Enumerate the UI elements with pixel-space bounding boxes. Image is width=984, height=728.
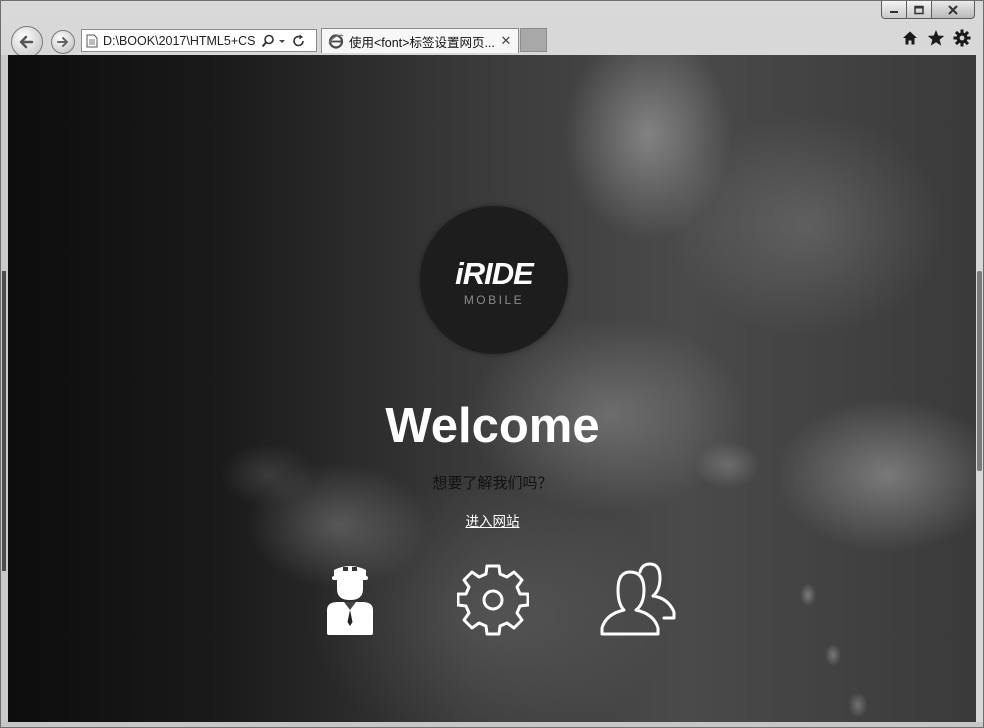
iride-logo[interactable]: iRIDE MOBILE [420, 206, 568, 354]
new-tab-button[interactable] [520, 28, 547, 52]
vertical-scrollbar[interactable] [976, 55, 983, 722]
dropdown-arrow-icon[interactable] [275, 34, 289, 48]
enter-site-link[interactable]: 进入网站 [466, 514, 520, 530]
maximize-button[interactable] [906, 1, 932, 19]
users-icon[interactable] [598, 562, 680, 636]
tab-title: 使用<font>标签设置网页... [349, 35, 495, 50]
address-bar[interactable]: D:\BOOK\2017\HTML5+CS [81, 29, 317, 52]
search-icon[interactable] [261, 34, 275, 48]
refresh-icon[interactable] [292, 34, 306, 48]
ie-icon [328, 33, 344, 49]
caption-buttons [881, 1, 975, 19]
close-icon [948, 4, 958, 15]
minimize-button[interactable] [881, 1, 907, 19]
browser-window: D:\BOOK\2017\HTML5+CS 使用<font>标签设置网页... … [0, 0, 984, 728]
feature-icons [8, 562, 977, 637]
page-icon [85, 34, 99, 48]
scrollbar-thumb[interactable] [977, 271, 982, 471]
settings-icon[interactable] [457, 562, 529, 636]
forward-button[interactable] [51, 30, 75, 54]
browser-tools [901, 29, 971, 47]
logo-main-text: iRIDE [455, 256, 534, 291]
arrow-left-icon [19, 35, 34, 49]
back-button[interactable] [11, 26, 43, 58]
logo-sub-text: MOBILE [463, 293, 525, 307]
tab-active[interactable]: 使用<font>标签设置网页... ✕ [321, 28, 519, 53]
enter-site-wrapper: 进入网站 [8, 510, 977, 530]
welcome-heading: Welcome [385, 399, 600, 453]
browser-toolbar: D:\BOOK\2017\HTML5+CS 使用<font>标签设置网页... … [1, 23, 984, 58]
minimize-icon [890, 10, 898, 13]
tab-close-button[interactable]: ✕ [499, 34, 513, 49]
left-edge [1, 55, 8, 722]
home-icon[interactable] [901, 29, 919, 47]
star-icon[interactable] [927, 29, 945, 47]
page-viewport: iRIDE MOBILE Welcome 想要了解我们吗？ 进入网站 [8, 55, 977, 722]
maximize-icon [914, 5, 924, 14]
question-text: 想要了解我们吗？ [432, 474, 553, 492]
driver-icon[interactable] [324, 562, 376, 636]
gear-icon[interactable] [953, 29, 971, 47]
address-text: D:\BOOK\2017\HTML5+CS [103, 33, 256, 48]
arrow-right-icon [57, 37, 68, 47]
left-edge-bar [2, 271, 6, 571]
close-window-button[interactable] [931, 1, 975, 19]
